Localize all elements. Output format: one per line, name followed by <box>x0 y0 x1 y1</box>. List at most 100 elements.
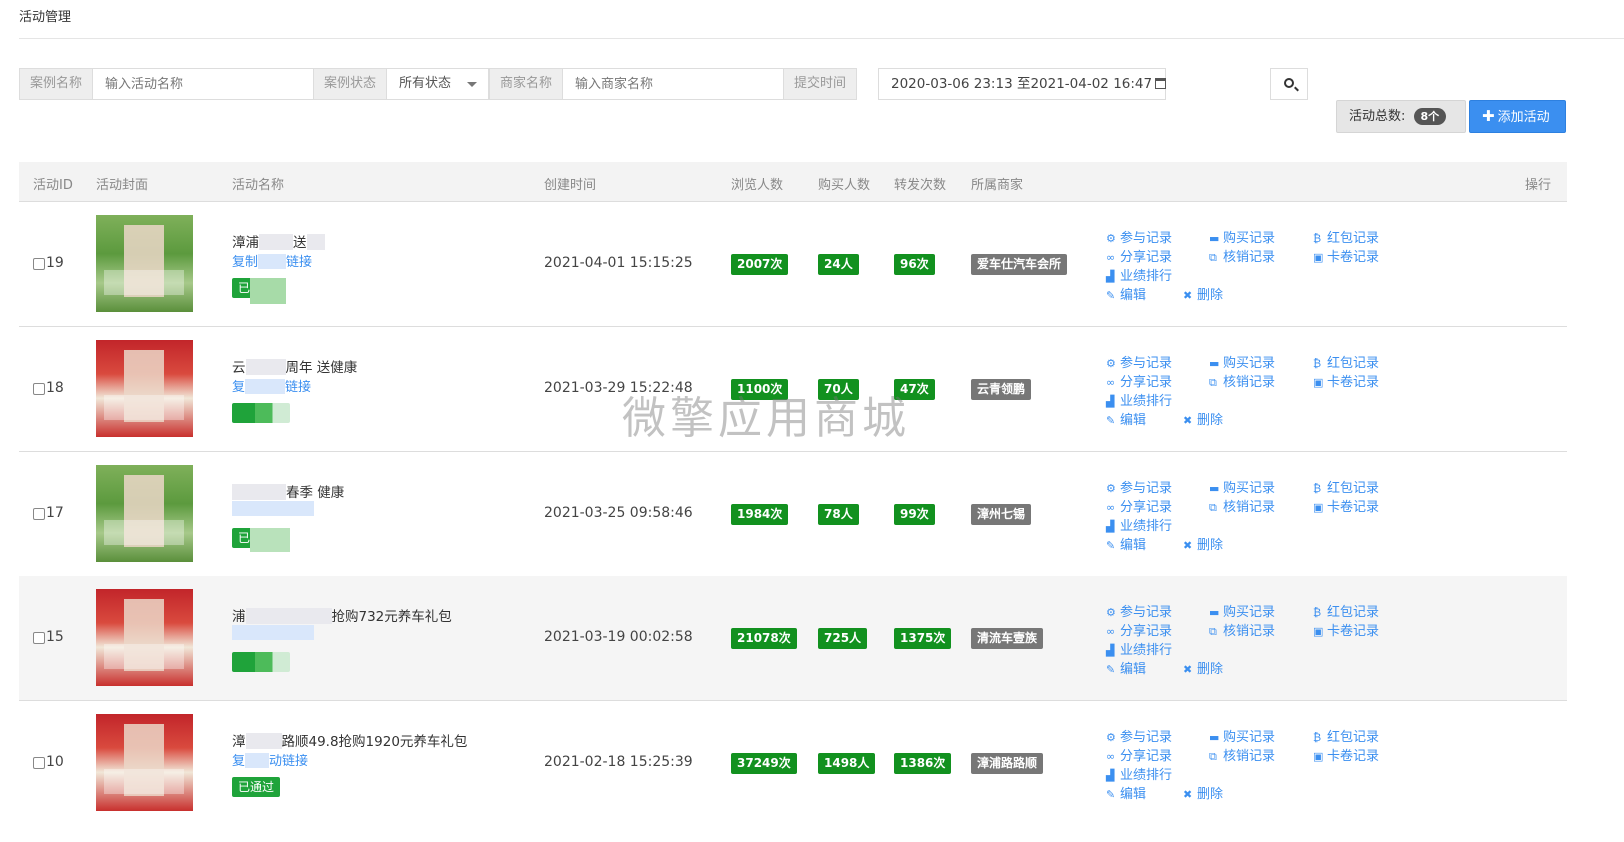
activity-cover-image <box>96 465 193 562</box>
edit-link[interactable]: ✎ 编辑 <box>1106 534 1146 553</box>
add-activity-label: 添加活动 <box>1497 110 1550 125</box>
status-select[interactable]: 所有状态 <box>387 68 490 100</box>
copy-link[interactable] <box>232 501 314 517</box>
verify-record-link[interactable]: ⧉ 核销记录 <box>1209 496 1275 515</box>
delete-link[interactable]: ✖ 删除 <box>1183 284 1223 303</box>
copy-link[interactable]: 复链接 <box>232 376 311 395</box>
card-record-link[interactable]: ▣ 卡卷记录 <box>1313 496 1379 515</box>
verify-record-link[interactable]: ⧉ 核销记录 <box>1209 745 1275 764</box>
copy-icon: ⧉ <box>1209 750 1217 763</box>
bitcoin-icon: ₿ <box>1313 482 1322 495</box>
table-row: 19 漳浦送 复制 链接 已 2021-04-01 15:15:25 2007次 … <box>19 202 1567 327</box>
search-button[interactable] <box>1270 68 1308 100</box>
filter-bar: 案例名称 案例状态 所有状态 商家名称 提交时间 <box>19 68 858 100</box>
activity-cover-image <box>96 340 193 437</box>
ranking-link[interactable]: ▟ 业绩排行 <box>1106 265 1172 284</box>
row-checkbox[interactable] <box>33 383 45 395</box>
edit-icon: ✎ <box>1106 414 1116 427</box>
delete-link[interactable]: ✖ 删除 <box>1183 783 1223 802</box>
delete-link[interactable]: ✖ 删除 <box>1183 534 1223 553</box>
edit-link[interactable]: ✎ 编辑 <box>1106 409 1146 428</box>
gear-icon: ⚙ <box>1106 731 1116 744</box>
close-icon: ✖ <box>1183 663 1193 676</box>
add-activity-button[interactable]: ✚ 添加活动 <box>1469 100 1566 133</box>
merchant-badge: 漳浦路路顺 <box>971 753 1044 774</box>
header-merchant: 所属商家 <box>971 178 1024 193</box>
card-record-link[interactable]: ▣ 卡卷记录 <box>1313 620 1379 639</box>
edit-link[interactable]: ✎ 编辑 <box>1106 284 1146 303</box>
delete-link[interactable]: ✖ 删除 <box>1183 658 1223 677</box>
row-checkbox[interactable] <box>33 258 45 270</box>
area-chart-icon: ▟ <box>1106 270 1115 283</box>
copy-link[interactable] <box>232 625 314 641</box>
cc-icon: ▣ <box>1313 625 1324 638</box>
merchant-badge: 清流车壹族 <box>971 628 1044 649</box>
views-badge: 21078次 <box>731 628 797 649</box>
purchase-record-link[interactable]: ▬ 购买记录 <box>1209 477 1275 496</box>
redpacket-record-link[interactable]: ₿ 红包记录 <box>1313 726 1379 745</box>
participate-record-link[interactable]: ⚙ 参与记录 <box>1106 726 1172 745</box>
activity-name: 浦抢购732元养车礼包 <box>232 608 452 625</box>
buyers-badge: 70人 <box>818 379 859 400</box>
merchant-input[interactable] <box>563 68 785 100</box>
copy-link[interactable]: 复制 链接 <box>232 251 312 270</box>
cc-icon: ▣ <box>1313 251 1324 264</box>
cc-icon: ▣ <box>1313 501 1324 514</box>
edit-link[interactable]: ✎ 编辑 <box>1106 658 1146 677</box>
row-checkbox[interactable] <box>33 757 45 769</box>
close-icon: ✖ <box>1183 289 1193 302</box>
box-icon: ▬ <box>1209 357 1220 370</box>
copy-icon: ⧉ <box>1209 376 1217 389</box>
merchant-label: 商家名称 <box>489 68 564 100</box>
redpacket-record-link[interactable]: ₿ 红包记录 <box>1313 601 1379 620</box>
redpacket-record-link[interactable]: ₿ 红包记录 <box>1313 352 1379 371</box>
area-chart-icon: ▟ <box>1106 644 1115 657</box>
header-buyers: 购买人数 <box>818 178 871 193</box>
date-range-picker[interactable]: 2020-03-06 23:13 至2021-04-02 16:47 <box>878 68 1167 100</box>
calendar-icon <box>1155 78 1167 89</box>
share-record-link[interactable]: ∞ 分享记录 <box>1106 745 1172 764</box>
activity-name: 漳浦送 <box>232 231 325 251</box>
purchase-record-link[interactable]: ▬ 购买记录 <box>1209 726 1275 745</box>
card-record-link[interactable]: ▣ 卡卷记录 <box>1313 246 1379 265</box>
redpacket-record-link[interactable]: ₿ 红包记录 <box>1313 227 1379 246</box>
purchase-record-link[interactable]: ▬ 购买记录 <box>1209 352 1275 371</box>
share-record-link[interactable]: ∞ 分享记录 <box>1106 620 1172 639</box>
share-record-link[interactable]: ∞ 分享记录 <box>1106 371 1172 390</box>
case-name-input[interactable] <box>93 68 315 100</box>
row-checkbox[interactable] <box>33 508 45 520</box>
purchase-record-link[interactable]: ▬ 购买记录 <box>1209 227 1275 246</box>
purchase-record-link[interactable]: ▬ 购买记录 <box>1209 601 1275 620</box>
row-id: 15 <box>46 629 64 645</box>
status-badge <box>232 652 290 672</box>
participate-record-link[interactable]: ⚙ 参与记录 <box>1106 352 1172 371</box>
close-icon: ✖ <box>1183 788 1193 801</box>
link-icon: ∞ <box>1106 625 1116 638</box>
copy-link[interactable]: 复动链接 <box>232 750 308 769</box>
share-record-link[interactable]: ∞ 分享记录 <box>1106 246 1172 265</box>
participate-record-link[interactable]: ⚙ 参与记录 <box>1106 601 1172 620</box>
participate-record-link[interactable]: ⚙ 参与记录 <box>1106 477 1172 496</box>
buyers-badge: 78人 <box>818 504 859 525</box>
cc-icon: ▣ <box>1313 750 1324 763</box>
participate-record-link[interactable]: ⚙ 参与记录 <box>1106 227 1172 246</box>
delete-link[interactable]: ✖ 删除 <box>1183 409 1223 428</box>
verify-record-link[interactable]: ⧉ 核销记录 <box>1209 371 1275 390</box>
verify-record-link[interactable]: ⧉ 核销记录 <box>1209 620 1275 639</box>
row-checkbox[interactable] <box>33 632 45 644</box>
edit-link[interactable]: ✎ 编辑 <box>1106 783 1146 802</box>
ranking-link[interactable]: ▟ 业绩排行 <box>1106 390 1172 409</box>
merchant-badge: 漳州七锡 <box>971 504 1032 525</box>
merchant-badge: 云青领鹏 <box>971 379 1032 400</box>
card-record-link[interactable]: ▣ 卡卷记录 <box>1313 371 1379 390</box>
card-record-link[interactable]: ▣ 卡卷记录 <box>1313 745 1379 764</box>
created-time: 2021-02-18 15:25:39 <box>544 754 693 770</box>
verify-record-link[interactable]: ⧉ 核销记录 <box>1209 246 1275 265</box>
ranking-link[interactable]: ▟ 业绩排行 <box>1106 764 1172 783</box>
share-record-link[interactable]: ∞ 分享记录 <box>1106 496 1172 515</box>
ranking-link[interactable]: ▟ 业绩排行 <box>1106 639 1172 658</box>
ranking-link[interactable]: ▟ 业绩排行 <box>1106 515 1172 534</box>
shares-badge: 1386次 <box>894 753 952 774</box>
shares-badge: 96次 <box>894 254 935 275</box>
redpacket-record-link[interactable]: ₿ 红包记录 <box>1313 477 1379 496</box>
